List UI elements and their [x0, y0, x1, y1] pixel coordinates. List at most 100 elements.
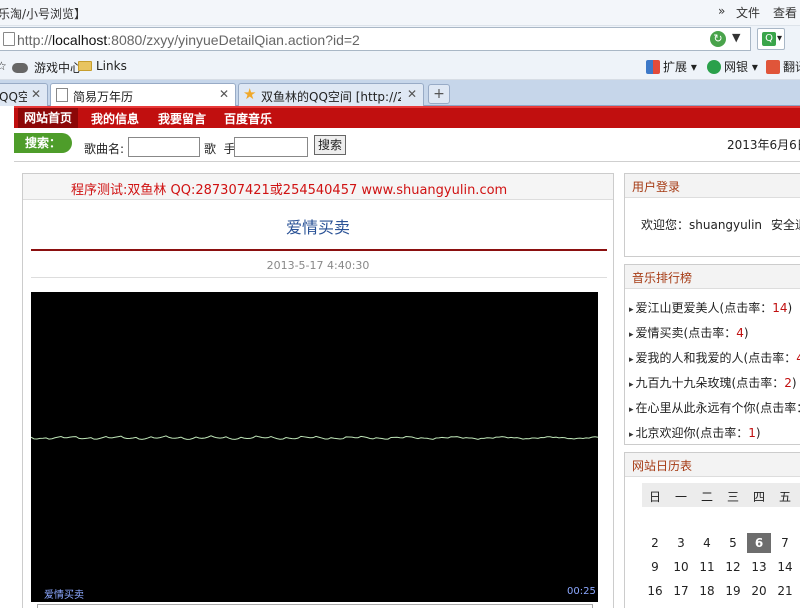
chevron-icon[interactable]: »	[718, 4, 725, 18]
close-icon[interactable]: ✕	[407, 87, 417, 101]
menu-file[interactable]: 文件	[736, 4, 760, 21]
calendar-day[interactable]: 10	[669, 557, 693, 577]
divider	[31, 277, 607, 278]
weekday-label: 四	[752, 490, 765, 504]
search-engine-icon: Q	[762, 32, 776, 46]
ranking-item-name: 爱江山更爱美人	[635, 301, 720, 315]
tab-calendar[interactable]: 简易万年历 ✕	[50, 83, 236, 107]
ranking-item[interactable]: ▸ 九百九十九朵玫瑰(点击率：2)	[629, 374, 800, 399]
dropdown-icon[interactable]: ▼	[732, 31, 740, 44]
test-info-text: 程序测试:双鱼林 QQ:287307421或254540457 www.shua…	[71, 183, 508, 198]
tool-translate[interactable]: 翻译	[766, 58, 800, 75]
calendar-day[interactable]: 5	[721, 533, 745, 553]
calendar-day[interactable]: 20	[747, 581, 771, 601]
menu-view[interactable]: 查看	[773, 4, 797, 21]
ranking-header: 音乐排行榜	[625, 265, 800, 289]
search-engine-button[interactable]: Q ▾	[757, 28, 785, 50]
close-icon[interactable]: ✕	[219, 87, 229, 101]
tab-qq-space[interactable]: ★ 双鱼林的QQ空间 [http://287307... ✕	[238, 83, 424, 106]
music-detail-panel: 程序测试:双鱼林 QQ:287307421或254540457 www.shua…	[22, 173, 614, 608]
star-icon: ★	[243, 85, 257, 103]
nav-baidu-music[interactable]: 百度音乐	[224, 110, 272, 127]
calendar-day[interactable]: 21	[773, 581, 797, 601]
ranking-item[interactable]: ▸ 爱江山更爱美人(点击率：14)	[629, 299, 800, 324]
music-ranking-panel: 音乐排行榜 ▸ 爱江山更爱美人(点击率：14) ▸ 爱情买卖(点击率：4) ▸ 爱我的人和…	[624, 264, 800, 445]
calendar-day[interactable]: 14	[773, 557, 797, 577]
fav-game-center[interactable]: 游戏中心	[12, 59, 82, 76]
url-text[interactable]: http://localhost:8080/zxyy/yinyueDetailQ…	[17, 32, 360, 48]
ranking-item-name: 北京欢迎你	[635, 426, 696, 440]
page-icon	[56, 88, 68, 102]
click-rate-suffix: )	[743, 326, 749, 340]
music-player[interactable]: 爱情买卖 00:25	[31, 292, 598, 602]
singer-input[interactable]	[234, 137, 308, 157]
close-icon[interactable]: ✕	[31, 87, 41, 101]
calendar-weekday-row: 日一二三四五	[642, 483, 800, 507]
weekday-label: 三	[726, 490, 739, 504]
login-header: 用户登录	[625, 174, 800, 198]
site-search-bar: 搜索： 歌曲名: 歌 手: 搜索 2013年6月6日	[14, 128, 800, 162]
new-tab-button[interactable]: +	[428, 84, 450, 104]
translate-icon	[766, 60, 780, 74]
tool-extend[interactable]: 扩展 ▾	[646, 58, 697, 75]
favorites-star-icon[interactable]: ☆	[0, 59, 7, 73]
calendar-day[interactable]: 2	[643, 533, 667, 553]
weekday-label: 日	[648, 490, 661, 504]
tab-qq[interactable]: QQ空 ✕	[0, 83, 48, 106]
tool-bank[interactable]: 网银 ▾	[707, 58, 758, 75]
calendar-day[interactable]: 18	[695, 581, 719, 601]
nav-home[interactable]: 网站首页	[18, 108, 79, 128]
nav-message[interactable]: 我要留言	[158, 110, 206, 127]
publish-time: 2013-5-17 4:40:30	[266, 259, 370, 272]
site-date: 2013年6月6日	[727, 138, 800, 152]
calendar-day[interactable]: 17	[669, 581, 693, 601]
ranking-item[interactable]: ▸ 爱情买卖(点击率：4)	[629, 324, 800, 349]
user-login-panel: 用户登录 欢迎您：shuangyulin 安全退出	[624, 173, 800, 257]
site-nav: 网站首页 我的信息 我要留言 百度音乐	[14, 106, 800, 128]
calendar-day[interactable]: 13	[747, 557, 771, 577]
address-bar[interactable]: http://localhost:8080/zxyy/yinyueDetailQ…	[0, 27, 751, 51]
title-divider	[31, 249, 607, 251]
search-tag: 搜索：	[14, 133, 72, 153]
ranking-item-name: 九百九十九朵玫瑰	[635, 376, 732, 390]
nav-my-info[interactable]: 我的信息	[91, 110, 139, 127]
bullet-arrow-icon: ▸	[629, 380, 634, 390]
folder-icon	[78, 61, 92, 71]
calendar-header: 网站日历表	[625, 453, 800, 477]
click-rate-label: (点击率：	[719, 301, 773, 315]
ranking-item[interactable]: ▸爱我的人和我爱的人(点击率：4)	[629, 349, 800, 374]
click-rate-label: (点击率：	[755, 401, 800, 415]
welcome-text: 欢迎您：shuangyulin	[641, 218, 763, 232]
calendar-day[interactable]: 12	[721, 557, 745, 577]
calendar-day[interactable]: 3	[669, 533, 693, 553]
shield-icon	[707, 60, 721, 74]
address-row: http://localhost:8080/zxyy/yinyueDetailQ…	[0, 26, 800, 54]
logout-link[interactable]: 安全退出	[771, 216, 800, 233]
calendar-day[interactable]: 7	[773, 533, 797, 553]
player-controls-frame	[37, 604, 593, 608]
ranking-item-name: 爱我的人和我爱的人	[635, 351, 744, 365]
calendar-day[interactable]: 19	[721, 581, 745, 601]
bullet-arrow-icon: ▸	[629, 405, 634, 415]
click-rate-suffix: )	[755, 426, 761, 440]
song-input[interactable]	[128, 137, 200, 157]
weekday-label: 二	[700, 490, 713, 504]
calendar-day[interactable]: 11	[695, 557, 719, 577]
ranking-item[interactable]: ▸ 北京欢迎你(点击率：1)	[629, 424, 800, 449]
browser-title-bar: 乐淘/小号浏览】 » 文件 查看	[0, 0, 800, 26]
gamepad-icon	[12, 63, 28, 73]
calendar-day[interactable]: 4	[695, 533, 719, 553]
ranking-item-name: 爱情买卖	[635, 326, 684, 340]
search-button[interactable]: 搜索	[314, 135, 346, 155]
refresh-icon[interactable]: ↻	[710, 31, 726, 47]
waveform-visualizer	[31, 435, 598, 440]
calendar-today[interactable]: 6	[747, 533, 771, 553]
calendar-day[interactable]: 9	[643, 557, 667, 577]
calendar-day[interactable]: 16	[643, 581, 667, 601]
ranking-item-name: 在心里从此永远有个你	[635, 401, 756, 415]
click-rate-label: (点击率：	[695, 426, 749, 440]
fav-links[interactable]: Links	[78, 59, 127, 73]
click-count: 4	[796, 351, 800, 365]
ranking-item[interactable]: ▸在心里从此永远有个你(点击率：2)	[629, 399, 800, 424]
window-title: 乐淘/小号浏览】	[0, 7, 87, 21]
